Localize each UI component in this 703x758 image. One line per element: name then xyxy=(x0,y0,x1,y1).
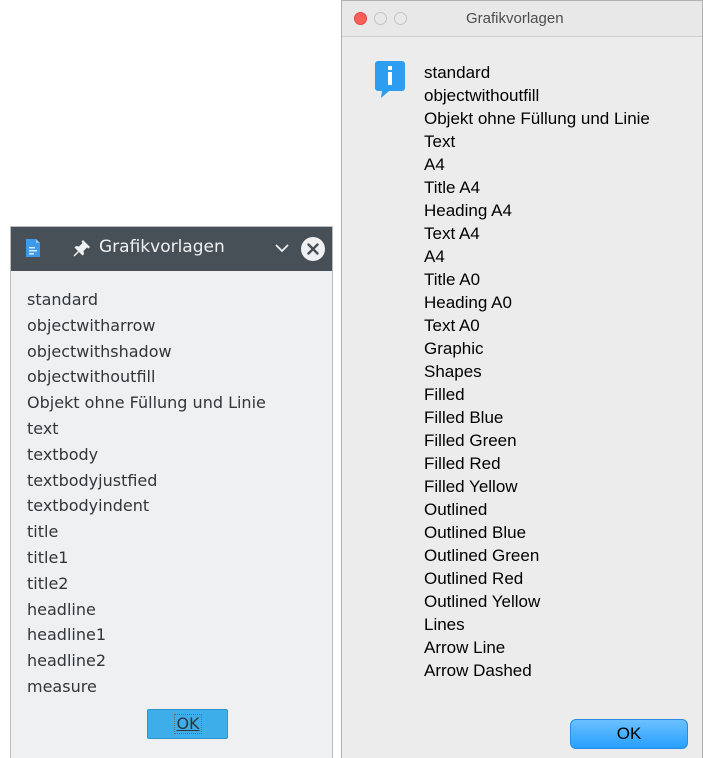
list-item: title2 xyxy=(27,573,69,593)
list-item: A4 xyxy=(424,247,445,266)
list-item: Filled xyxy=(424,385,465,404)
list-item: Graphic xyxy=(424,339,484,358)
list-item: headline1 xyxy=(27,625,106,645)
list-item: objectwithoutfill xyxy=(27,367,156,387)
list-item: Filled Yellow xyxy=(424,477,518,496)
list-item: Filled Green xyxy=(424,431,517,450)
close-icon[interactable] xyxy=(300,236,326,266)
ok-button-label: OK xyxy=(174,714,202,734)
list-item: measure xyxy=(27,676,97,696)
minimize-light-icon[interactable] xyxy=(374,12,387,25)
list-item: standard xyxy=(27,290,98,309)
list-item: objectwitharrow xyxy=(27,315,156,335)
list-item: Filled Blue xyxy=(424,408,504,427)
dialog-title: Grafikvorlagen xyxy=(466,10,564,27)
kde-message-dialog: Grafikvorlagen standard objectwitharrow … xyxy=(10,226,333,758)
list-item: Filled Red xyxy=(424,454,501,473)
mac-titlebar[interactable]: Grafikvorlagen xyxy=(342,1,702,37)
list-item: Outlined Red xyxy=(424,569,524,588)
list-item: Objekt ohne Füllung und Linie xyxy=(424,109,650,128)
pin-icon[interactable] xyxy=(72,238,92,262)
list-item: headline xyxy=(27,599,96,619)
kde-titlebar[interactable]: Grafikvorlagen xyxy=(11,227,332,271)
dialog-title: Grafikvorlagen xyxy=(99,237,225,257)
list-item: Outlined Blue xyxy=(424,523,527,542)
list-item: Outlined Green xyxy=(424,546,540,565)
list-item: Outlined xyxy=(424,500,488,519)
list-item: Text A0 xyxy=(424,316,480,335)
list-item: Lines xyxy=(424,615,465,634)
list-item: Outlined Yellow xyxy=(424,592,541,611)
list-item: Heading A0 xyxy=(424,293,512,312)
list-item: Title A4 xyxy=(424,178,481,197)
list-item: standard xyxy=(424,63,491,82)
ok-button[interactable]: OK xyxy=(570,719,688,749)
list-item: Objekt ohne Füllung und Linie xyxy=(27,393,266,413)
zoom-light-icon[interactable] xyxy=(394,12,407,25)
list-item: Shapes xyxy=(424,362,482,381)
style-list: standard objectwithoutfill Objekt ohne F… xyxy=(424,61,650,682)
list-item: textbodyjustfied xyxy=(27,470,158,490)
chevron-down-icon[interactable] xyxy=(273,239,291,261)
list-item: Heading A4 xyxy=(424,201,512,220)
mac-message-dialog: Grafikvorlagen standard objectwithoutfil… xyxy=(341,0,703,758)
list-item: objectwithshadow xyxy=(27,341,172,361)
list-item: headline2 xyxy=(27,651,106,671)
list-item: Text xyxy=(424,132,456,151)
list-item: title xyxy=(27,522,59,542)
list-item: Text A4 xyxy=(424,224,480,243)
document-app-icon[interactable] xyxy=(25,238,41,262)
list-item: Title A0 xyxy=(424,270,481,289)
list-item: Arrow Dashed xyxy=(424,661,532,680)
list-item: textbody xyxy=(27,444,99,464)
list-item: A4 xyxy=(424,155,445,174)
list-item: textbodyindent xyxy=(27,496,150,516)
info-icon xyxy=(375,61,405,103)
close-light-icon[interactable] xyxy=(354,12,367,25)
list-item: text xyxy=(27,418,59,438)
ok-button[interactable]: OK xyxy=(147,709,228,739)
list-item: Arrow Line xyxy=(424,638,506,657)
list-item: title1 xyxy=(27,547,69,567)
style-list: standard objectwitharrow objectwithshado… xyxy=(27,287,266,700)
list-item: objectwithoutfill xyxy=(424,86,540,105)
